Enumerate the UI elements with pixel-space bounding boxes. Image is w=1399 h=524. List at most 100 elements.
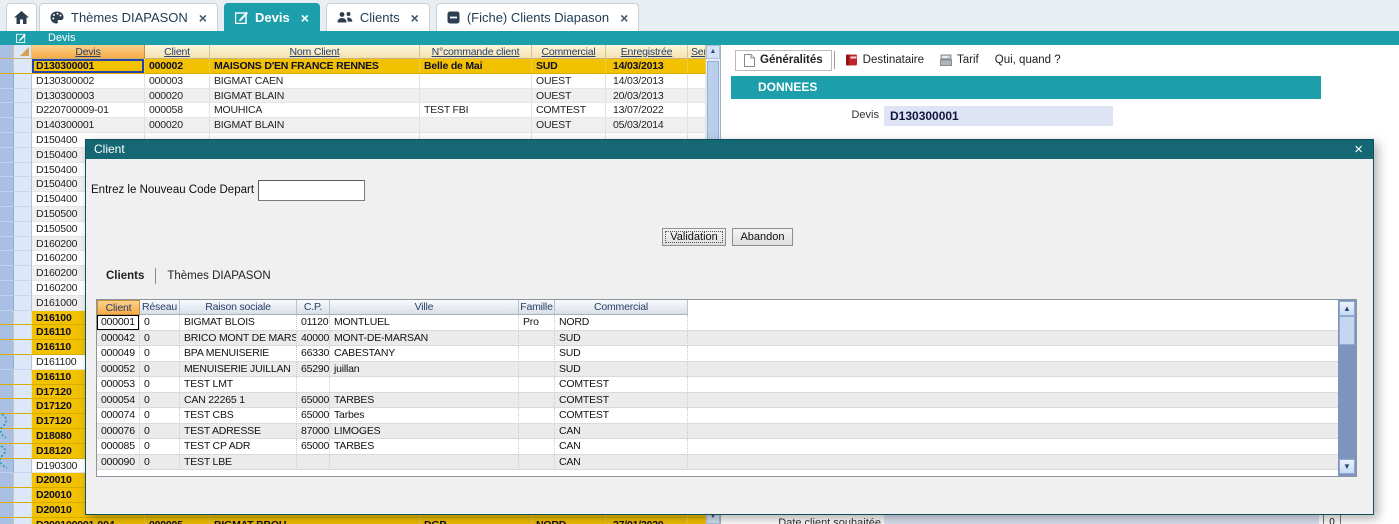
column-header-famille[interactable]: Famille [519,300,555,315]
cell [519,439,555,455]
tab-clients[interactable]: Clients [98,270,152,282]
table-row[interactable]: D130300001000002MAISONS D'EN FRANCE RENN… [0,59,706,74]
cell-filler [688,331,1338,347]
cell: BRICO MONT DE MARSA [180,331,297,347]
close-icon[interactable]: × [1354,140,1363,159]
cell: TEST LMT [180,377,297,393]
cell [14,459,32,474]
cell: 65000 [297,393,330,409]
cell-filler [688,455,1338,471]
cell [0,207,14,222]
tab-clients[interactable]: Clients× [326,3,430,31]
list-item[interactable]: 0000760TEST ADRESSE87000LIMOGESCAN [97,424,1338,440]
column-header-client[interactable]: Client [145,45,210,59]
cell: 0 [140,346,180,362]
table-row[interactable]: D200100001-004000005BIGMAT BBOUDGBNORD27… [0,518,706,524]
cell: 000042 [97,331,140,347]
abandon-button[interactable]: Abandon [732,228,793,246]
scroll-up-icon[interactable]: ▲ [706,45,720,59]
scroll-down-icon[interactable]: ▼ [1339,459,1355,474]
column-header-enregistr-e[interactable]: Enregistrée [606,45,688,59]
list-item[interactable]: 0000010BIGMAT BLOIS01120MONTLUELProNORD [97,315,1338,331]
column-header-n-commande-client[interactable]: N°commande client [420,45,532,59]
scroll-up-icon[interactable]: ▲ [1339,301,1355,316]
cell [0,355,14,370]
tab-tarif[interactable]: Tarif [932,51,987,69]
tab--fiche-clients-diapason[interactable]: (Fiche) Clients Diapason× [436,3,640,31]
list-item[interactable]: 0000850TEST CP ADR65000TARBESCAN [97,439,1338,455]
cell: BIGMAT CAEN [210,74,420,89]
column-header-c-p-[interactable]: C.P. [297,300,330,315]
home-button[interactable] [6,3,37,31]
table-row[interactable]: D130300003000020BIGMAT BLAINOUEST20/03/2… [0,89,706,104]
cell: Tarbes [330,408,519,424]
toolbar-title: Devis [48,32,76,44]
cell [0,74,14,89]
close-icon[interactable]: × [407,10,419,26]
tab-generalites[interactable]: Généralités [735,50,832,71]
list-item[interactable]: 0000740TEST CBS65000TarbesCOMTEST [97,408,1338,424]
cell [688,518,706,524]
cell: SUD [555,331,688,347]
cell: DGB [420,518,532,524]
cell: 66330 [297,346,330,362]
cell [519,424,555,440]
list-item[interactable]: 0000520MENUISERIE JUILLAN65290juillanSUD [97,362,1338,378]
column-header-r-seau[interactable]: Réseau [140,300,180,315]
cell [297,377,330,393]
tab-devis[interactable]: Devis× [224,3,320,31]
validation-button[interactable]: Validation [662,228,726,246]
date-field-spinner[interactable]: 0 [1323,514,1341,524]
tab-qui-quand[interactable]: Qui, quand ? [987,51,1069,69]
cell-filler [688,408,1338,424]
scrollbar-thumb[interactable] [1339,316,1355,345]
cell-filler [688,424,1338,440]
close-icon[interactable]: × [297,10,309,26]
cell [14,192,32,207]
column-header-ville[interactable]: Ville [330,300,519,315]
column-header-nom-client[interactable]: Nom Client [210,45,420,59]
column-header-devis[interactable]: Devis [32,45,145,59]
column-header-client[interactable]: Client [97,300,140,315]
cell [0,311,14,326]
cell [14,444,32,459]
tab-themes-diapason[interactable]: Thèmes DIAPASON [159,270,278,282]
table-row[interactable]: D130300002000003BIGMAT CAENOUEST14/03/20… [0,74,706,89]
list-item[interactable]: 0000900TEST LBECAN [97,455,1338,471]
tab-th-mes-diapason[interactable]: Thèmes DIAPASON× [39,3,218,31]
clients-table-scrollbar[interactable]: ▲ ▼ [1338,300,1356,476]
cell [0,192,14,207]
column-header-commercial[interactable]: Commercial [532,45,606,59]
cell [519,377,555,393]
tab-destinataire[interactable]: Destinataire [837,51,932,69]
cell [330,377,519,393]
cell [14,222,32,237]
column-header-ser[interactable]: Ser [688,45,706,59]
cell: COMTEST [555,393,688,409]
scrollbar-thumb[interactable] [707,61,719,147]
code-depart-input[interactable] [258,180,365,201]
cell: NORD [532,518,606,524]
header-filler [688,300,1338,315]
list-item[interactable]: 0000540CAN 22265 165000TARBESCOMTEST [97,393,1338,409]
list-item[interactable]: 0000420BRICO MONT DE MARSA40000MONT-DE-M… [97,331,1338,347]
table-row[interactable]: D220700009-01000058MOUHICATEST FBICOMTES… [0,103,706,118]
list-item[interactable]: 0000490BPA MENUISERIE66330CABESTANYSUD [97,346,1338,362]
column-header-commercial[interactable]: Commercial [555,300,688,315]
cell: 20/03/2013 [606,89,688,104]
cell [420,118,532,133]
list-item[interactable]: 0000530TEST LMTCOMTEST [97,377,1338,393]
cell [14,133,32,148]
date-field-value[interactable] [884,514,1319,524]
close-icon[interactable]: × [195,10,207,26]
cell [14,340,32,355]
cell [0,281,14,296]
close-icon[interactable]: × [616,10,628,26]
cell-filler [688,346,1338,362]
select-all-cell[interactable] [14,45,32,59]
table-row[interactable]: D140300001000020BIGMAT BLAINOUEST05/03/2… [0,118,706,133]
cell: 000005 [145,518,210,524]
cell [688,59,706,74]
devis-field-value[interactable]: D130300001 [884,106,1113,126]
column-header-raison-sociale[interactable]: Raison sociale [180,300,297,315]
